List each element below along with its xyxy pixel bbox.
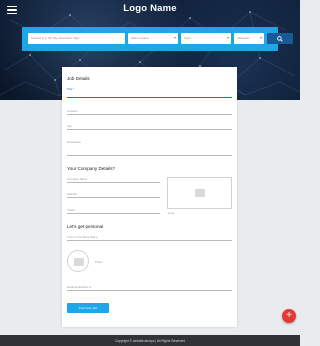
- your-name-field-label: Your or Your Boss Name: [67, 235, 98, 239]
- post-job-form: Job Details Title * Location City Descri…: [62, 67, 237, 327]
- chevron-down-icon: [227, 37, 229, 39]
- description-field-label: Description: [67, 140, 81, 144]
- title-field-label: Title *: [67, 87, 75, 91]
- footer: Copyright © website.abcxyz | All Rights …: [0, 335, 300, 346]
- chevron-down-icon: [260, 37, 262, 39]
- add-fab-button[interactable]: +: [282, 309, 296, 323]
- location-field-label: Location: [67, 109, 78, 113]
- personal-heading: Let's get personal: [67, 224, 104, 229]
- type-select[interactable]: Types: [181, 33, 231, 44]
- keyword-input-placeholder: Keyword (e.g. Job Title, Description, Ta…: [31, 37, 80, 40]
- search-button[interactable]: [267, 33, 293, 44]
- title-field[interactable]: [67, 97, 232, 98]
- email-field-label: Email application to: [67, 285, 92, 289]
- type-select-placeholder: Types: [184, 37, 191, 40]
- logo-upload-box[interactable]: [167, 177, 232, 209]
- twitter-field-label: Twitter: [67, 208, 76, 212]
- company-name-field[interactable]: [67, 182, 160, 183]
- keyword-input[interactable]: Keyword (e.g. Job Title, Description, Ta…: [28, 33, 125, 44]
- location-select[interactable]: Select Location: [128, 33, 178, 44]
- twitter-field[interactable]: [67, 213, 160, 214]
- email-field[interactable]: [67, 290, 232, 291]
- job-details-heading: Job Details: [67, 76, 90, 81]
- logo-label: Logo: [168, 211, 175, 215]
- your-name-field[interactable]: [67, 240, 232, 241]
- category-select[interactable]: Categories: [234, 33, 264, 44]
- image-placeholder-icon: [74, 258, 84, 266]
- search-icon: [277, 35, 283, 42]
- copyright-text: Copyright © website.abcxyz | All Rights …: [115, 338, 185, 343]
- location-field[interactable]: [67, 114, 232, 115]
- category-select-placeholder: Categories: [237, 37, 250, 40]
- chevron-down-icon: [174, 37, 176, 39]
- job-search-bar: Keyword (e.g. Job Title, Description, Ta…: [22, 27, 293, 51]
- photo-upload-avatar[interactable]: [67, 250, 89, 272]
- logo-name[interactable]: Logo Name: [0, 3, 300, 14]
- website-field-label: Website: [67, 192, 78, 196]
- description-field[interactable]: [67, 155, 232, 156]
- city-field-label: City: [67, 124, 72, 128]
- website-field[interactable]: [67, 197, 160, 198]
- company-name-field-label: Company Name: [67, 177, 88, 181]
- image-placeholder-icon: [195, 189, 205, 197]
- city-field[interactable]: [67, 129, 232, 130]
- location-select-placeholder: Select Location: [131, 37, 149, 40]
- company-details-heading: Your Company Details?: [67, 166, 116, 171]
- photo-label: Photo: [95, 260, 103, 264]
- post-job-button[interactable]: Post Your Job: [67, 303, 109, 313]
